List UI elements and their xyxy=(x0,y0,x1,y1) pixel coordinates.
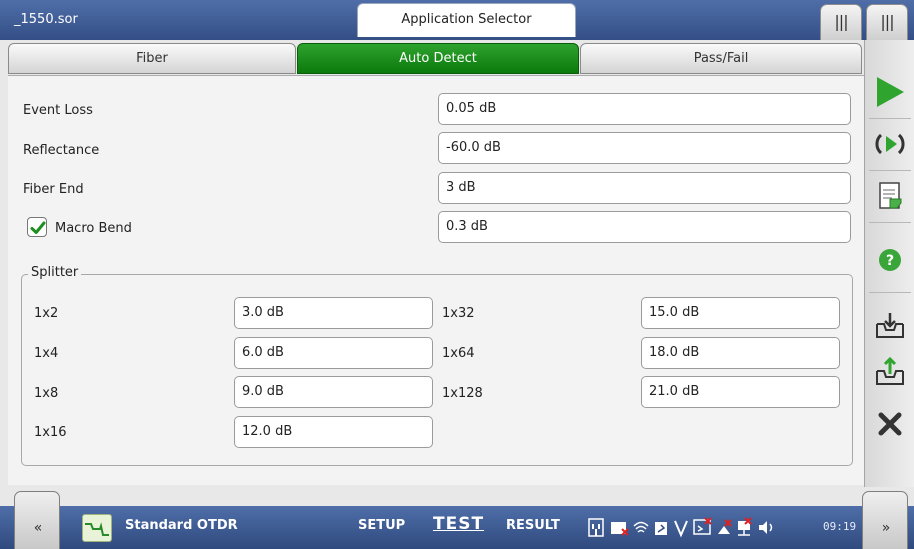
app-name: Standard OTDR xyxy=(125,518,238,533)
play-button[interactable] xyxy=(865,72,914,112)
report-icon xyxy=(879,182,902,209)
right-toolbar: ? xyxy=(864,40,914,487)
test-link[interactable]: TEST xyxy=(433,514,484,534)
export-button[interactable] xyxy=(865,351,914,391)
export-icon xyxy=(876,356,904,385)
title-bar: _1550.sor Application Selector ||| ||| xyxy=(0,0,914,40)
panel-grip-icon[interactable]: ||| xyxy=(820,4,862,40)
splitter-1x8-field[interactable]: 9.0 dB xyxy=(234,376,433,408)
macro-bend-label: Macro Bend xyxy=(55,221,132,236)
reflectance-label: Reflectance xyxy=(23,143,100,158)
splitter-1x2-field[interactable]: 3.0 dB xyxy=(234,297,433,329)
fiber-end-field[interactable]: 3 dB xyxy=(438,172,851,204)
svg-text:?: ? xyxy=(886,253,894,269)
result-link[interactable]: RESULT xyxy=(506,518,560,533)
application-selector-button[interactable]: Application Selector xyxy=(357,3,576,37)
splitter-1x8-label: 1x8 xyxy=(34,386,59,401)
wifi-icon xyxy=(633,521,649,533)
splitter-1x128-field[interactable]: 21.0 dB xyxy=(641,376,840,408)
macro-bend-checkbox[interactable] xyxy=(27,217,47,237)
report-button[interactable] xyxy=(865,176,914,216)
status-tray xyxy=(588,517,773,538)
clock: 09:19 xyxy=(823,520,857,533)
splitter-1x2-label: 1x2 xyxy=(34,306,59,321)
gps-disabled-icon xyxy=(718,519,732,534)
help-icon: ? xyxy=(879,249,901,271)
splitter-1x32-label: 1x32 xyxy=(442,306,475,321)
splitter-1x32-field[interactable]: 15.0 dB xyxy=(641,297,840,329)
setup-link[interactable]: SETUP xyxy=(358,518,405,533)
splitter-1x16-field[interactable]: 12.0 dB xyxy=(234,416,433,448)
fiber-end-label: Fiber End xyxy=(23,182,84,197)
checkmark-icon xyxy=(30,221,46,234)
v-icon xyxy=(674,520,688,538)
splitter-1x64-field[interactable]: 18.0 dB xyxy=(641,337,840,369)
splitter-1x128-label: 1x128 xyxy=(442,386,483,401)
splitter-title: Splitter xyxy=(28,265,82,280)
panel-grip-icon-2[interactable]: ||| xyxy=(866,4,908,40)
left-collapse-tab[interactable]: « xyxy=(14,491,60,549)
camera-disabled-icon xyxy=(611,522,629,536)
splitter-1x64-label: 1x64 xyxy=(442,346,475,361)
refresh-icon xyxy=(875,133,905,155)
display-disabled-icon xyxy=(693,517,712,535)
event-loss-field[interactable]: 0.05 dB xyxy=(438,93,851,125)
bluetooth-disabled-icon xyxy=(655,522,667,535)
volume-icon xyxy=(759,521,773,534)
close-icon xyxy=(878,412,902,436)
help-button[interactable]: ? xyxy=(865,240,914,280)
event-loss-label: Event Loss xyxy=(23,103,93,118)
play-icon xyxy=(877,77,904,107)
splitter-1x16-label: 1x16 xyxy=(34,425,67,440)
save-icon xyxy=(876,313,904,338)
tab-strip: Fiber Auto Detect Pass/Fail xyxy=(8,43,864,75)
otdr-app-icon[interactable] xyxy=(82,514,112,542)
tab-fiber[interactable]: Fiber xyxy=(8,43,296,74)
save-button[interactable] xyxy=(865,305,914,345)
file-name: _1550.sor xyxy=(14,12,78,27)
splitter-1x4-field[interactable]: 6.0 dB xyxy=(234,337,433,369)
network-disabled-icon xyxy=(738,517,752,536)
macro-bend-field[interactable]: 0.3 dB xyxy=(438,211,851,243)
auto-detect-panel: Event Loss 0.05 dB Reflectance -60.0 dB … xyxy=(8,75,864,485)
reflectance-field[interactable]: -60.0 dB xyxy=(438,132,851,164)
otdr-trace-icon xyxy=(85,522,109,536)
power-plug-icon xyxy=(588,518,604,537)
close-button[interactable] xyxy=(865,404,914,444)
bottom-bar: « Standard OTDR SETUP TEST RESULT 09:19 … xyxy=(0,491,914,549)
right-collapse-tab[interactable]: » xyxy=(862,491,908,549)
tab-auto-detect[interactable]: Auto Detect xyxy=(297,43,579,74)
refresh-button[interactable] xyxy=(865,124,914,164)
splitter-1x4-label: 1x4 xyxy=(34,346,59,361)
tab-pass-fail[interactable]: Pass/Fail xyxy=(580,43,862,74)
